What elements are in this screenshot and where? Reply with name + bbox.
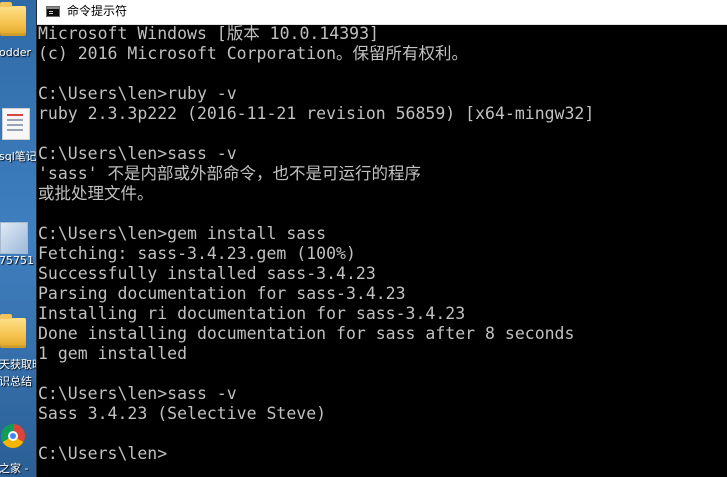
window-title: 命令提示符 [67,4,128,18]
chrome-icon [1,424,25,448]
folder-icon [0,314,26,348]
console-line: 或批处理文件。 [38,184,154,203]
console-line: 1 gem installed [38,344,188,363]
desktop-icon-label: 天获取时 [0,358,36,371]
console-line: (c) 2016 Microsoft Corporation。保留所有权利。 [38,44,469,63]
window-titlebar[interactable]: 命令提示符 [37,0,727,25]
console-line: 'sass' 不是内部或外部命令，也不是可运行的程序 [38,164,422,183]
desktop-icon-label: 75751 [0,254,34,267]
console-prompt-line[interactable]: C:\Users\len> [38,444,167,464]
console-line: C:\Users\len>sass -v [38,384,237,403]
console-prompt: C:\Users\len> [38,444,168,463]
folder-icon [0,2,26,36]
document-icon [2,108,30,140]
console-line: Successfully installed sass-3.4.23 [38,264,376,283]
console-line: C:\Users\len>sass -v [38,144,237,163]
console-line: C:\Users\len>gem install sass [38,224,327,243]
console-line: Sass 3.4.23 (Selective Steve) [38,404,327,423]
console-icon [46,6,60,17]
console-line: Done installing documentation for sass a… [38,324,575,343]
console-line: Parsing documentation for sass-3.4.23 [38,284,406,303]
desktop-icon-label: 之家 - [0,462,29,475]
desktop-icon-label-line2: 识总结 [0,375,32,388]
desktop-icon-label: sql笔记 [0,150,36,163]
screen: odder sql笔记 75751 天获取时 识总结 之家 - 命令提示符 Mi… [0,0,727,477]
console-output[interactable]: Microsoft Windows [版本 10.0.14393] (c) 20… [37,24,727,477]
console-line: ruby 2.3.3p222 (2016-11-21 revision 5685… [38,104,595,123]
image-icon [0,222,28,254]
console-line: Microsoft Windows [版本 10.0.14393] [38,24,379,43]
console-line: Fetching: sass-3.4.23.gem (100%) [38,244,356,263]
console-line: C:\Users\len>ruby -v [38,84,237,103]
desktop: odder sql笔记 75751 天获取时 识总结 之家 - [0,0,36,477]
desktop-icon-label: odder [0,46,31,59]
command-prompt-window[interactable]: 命令提示符 Microsoft Windows [版本 10.0.14393] … [36,0,727,477]
console-line: Installing ri documentation for sass-3.4… [38,304,466,323]
